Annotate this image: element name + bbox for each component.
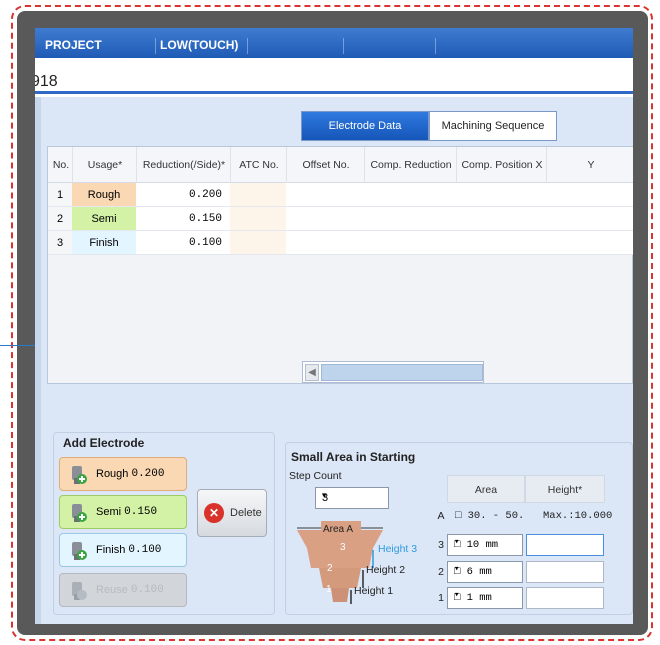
button-value: 0.100 [130,584,164,596]
delete-button[interactable]: ✕ Delete [197,489,267,537]
table-row[interactable]: 3 Finish 0.100 [48,231,633,255]
col-area: Area [447,475,525,503]
col-height: Height* [525,475,605,503]
col-usage: Usage* [87,159,123,171]
area-a-label: Area A [323,524,354,535]
step-count-label: Step Count [289,470,342,482]
table-row[interactable]: 2 Semi 0.150 [48,207,633,231]
col-reduction: Reduction(/Side)* [142,159,226,171]
height-2-label: Height 2 [366,564,406,576]
row-label: A [437,510,445,522]
button-value: 0.100 [128,544,162,556]
title-divider [247,38,248,54]
cell-no: 1 [48,183,72,207]
cell-rest[interactable] [286,207,633,231]
add-rough-button[interactable]: Rough 0.200 [59,457,187,491]
cell-atc[interactable] [230,183,286,207]
electrode-icon [72,582,87,600]
area-a-max-height: Max.:10.000 [543,510,613,522]
small-area-grid: Area Height* A □ 30. - 50. Max.:10.000 3… [435,475,633,611]
title-divider [155,38,156,54]
area-3-select[interactable]: □ 10 mm ▾ [447,534,523,556]
button-label: Reuse [96,584,128,596]
height-2-input[interactable] [526,561,604,583]
step-1 [331,588,349,602]
height-3-input[interactable] [526,534,604,556]
electrode-icon [72,466,87,484]
title-bar: PROJECT LOW(TOUCH) [35,28,633,58]
step-count-select[interactable]: 3 ▾ [315,487,389,509]
tab-electrode-data[interactable]: Electrode Data [301,111,429,141]
col-offset: Offset No. [302,159,350,171]
dropdown-arrow-icon: ▾ [454,537,460,547]
col-no: No. [52,159,70,171]
electrode-icon [72,542,87,560]
cell-no: 2 [48,207,72,231]
cell-reduction[interactable]: 0.100 [136,231,230,255]
dropdown-arrow-icon: ▾ [454,564,460,574]
electrode-icon [72,504,87,522]
col-comp-position-x: Comp. Position X [461,159,543,171]
area-1-select[interactable]: □ 1 mm ▾ [447,587,523,609]
table-row[interactable]: 1 Rough 0.200 [48,183,633,207]
row-label: 1 [438,592,444,604]
area-a-range: □ 30. - 50. [455,510,525,522]
area-2-select[interactable]: □ 6 mm ▾ [447,561,523,583]
cell-no: 3 [48,231,72,255]
scroll-left-icon[interactable]: ◀ [305,364,319,381]
tab-machining-sequence[interactable]: Machining Sequence [429,111,557,141]
add-reuse-button[interactable]: Reuse 0.100 [59,573,187,607]
cell-usage[interactable]: Finish [72,231,136,255]
height-1-input[interactable] [526,587,604,609]
button-value: 0.150 [124,506,158,518]
button-label: Rough [96,468,129,480]
tab-bar: Electrode Data Machining Sequence [301,111,557,141]
electrode-table: No. Usage* Reduction(/Side)* ATC No. Off… [47,146,633,384]
job-id: 918 [35,73,58,90]
title-divider [343,38,344,54]
connector-line [0,345,38,346]
cell-reduction[interactable]: 0.200 [136,183,230,207]
height-1-label: Height 1 [354,585,394,597]
row-label: 2 [438,566,444,578]
step-1-number: 1 [326,584,332,595]
cell-usage[interactable]: Rough [72,183,136,207]
cell-usage[interactable]: Semi [72,207,136,231]
button-value: 0.200 [131,468,165,480]
row-label: 3 [438,539,444,551]
application-window: PROJECT LOW(TOUCH) 918 Electrode Data Ma… [35,28,633,624]
cell-atc[interactable] [230,207,286,231]
project-label: PROJECT [45,38,102,52]
small-area-title: Small Area in Starting [291,450,416,464]
dropdown-arrow-icon: ▾ [454,590,460,600]
delete-label: Delete [230,507,262,519]
dropdown-arrow-icon: ▾ [322,490,327,500]
add-semi-button[interactable]: Semi 0.150 [59,495,187,529]
horizontal-scrollbar[interactable]: ◀ [302,361,484,383]
mode-label: LOW(TOUCH) [160,38,239,52]
height-3-label: Height 3 [378,543,418,555]
step-2-number: 2 [327,563,333,574]
title-divider [435,38,436,54]
col-y: Y [587,159,595,171]
add-electrode-title: Add Electrode [63,436,145,450]
button-label: Semi [96,506,122,518]
job-id-row: 918 [35,58,633,94]
cell-rest[interactable] [286,231,633,255]
cell-atc[interactable] [230,231,286,255]
cell-reduction[interactable]: 0.150 [136,207,230,231]
button-label: Finish [96,544,126,556]
add-finish-button[interactable]: Finish 0.100 [59,533,187,567]
col-atc: ATC No. [239,159,279,171]
step-diagram [297,521,383,604]
delete-icon: ✕ [204,503,224,523]
col-comp-reduction: Comp. Reduction [370,159,452,171]
step-3-number: 3 [340,542,346,553]
cell-rest[interactable] [286,183,633,207]
scrollbar-thumb[interactable] [321,364,483,381]
